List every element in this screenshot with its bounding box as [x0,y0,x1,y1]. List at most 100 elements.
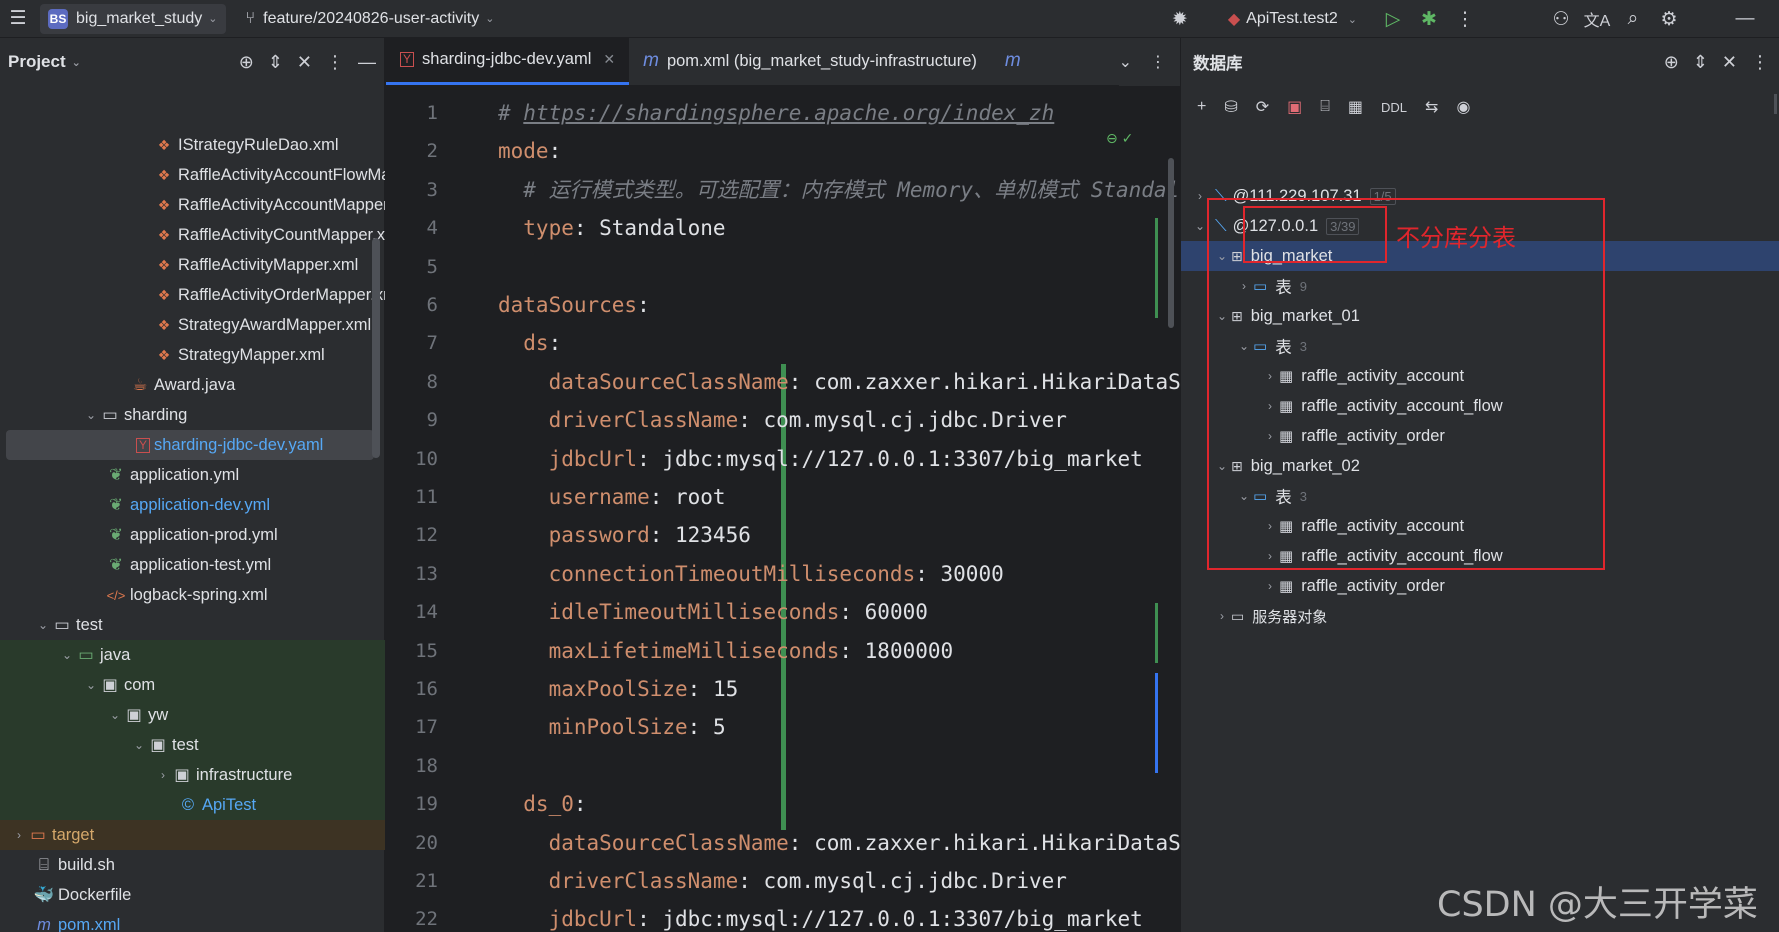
code-line[interactable]: driverClassName: com.mysql.cj.jdbc.Drive… [498,401,1067,439]
code-line[interactable]: username: root [498,478,726,516]
close-icon[interactable]: ✕ [603,51,615,68]
tree-item[interactable]: ⌄ ▣ yw [0,700,385,730]
tab-overflow[interactable]: m [991,37,1029,85]
tree-item[interactable]: </> logback-spring.xml [0,580,385,610]
code-line[interactable]: maxPoolSize: 15 [498,670,739,708]
editor-scrollbar[interactable] [1168,158,1174,328]
settings-icon[interactable]: ⚙ [1651,8,1687,31]
tree-item[interactable]: ❖ IStrategyRuleDao.xml [0,130,385,160]
tree-item[interactable]: ❖ RaffleActivityMapper.xml [0,250,385,280]
chevron-down-icon[interactable]: ⌄ [34,618,52,632]
tree-item-selected[interactable]: Ysharding-jdbc-dev.yaml [6,430,374,460]
disconnect-icon[interactable]: ▣ [1287,97,1302,117]
chevron-down-icon[interactable]: ⌄ [82,678,100,692]
db-scrollbar[interactable] [1774,94,1777,114]
code-line[interactable]: jdbcUrl: jdbc:mysql://127.0.0.1:3307/big… [498,440,1143,478]
code-line[interactable]: ds: [498,324,561,362]
tree-item[interactable]: ❦ application.yml [0,460,385,490]
add-user-icon[interactable]: ⚇ [1543,8,1579,31]
expand-all-icon[interactable]: ⇕ [1693,52,1708,73]
tree-item[interactable]: ❦ application-prod.yml [0,520,385,550]
chevron-down-icon[interactable]: ⌄ [72,56,81,69]
project-selector[interactable]: BS big_market_study ⌄ [40,3,226,34]
table-view-icon[interactable]: ▦ [1348,97,1363,117]
options-icon[interactable]: ⋮ [1751,52,1769,73]
tree-item[interactable]: 🐳 Dockerfile [0,880,385,910]
tab-sharding-jdbc-dev[interactable]: Y sharding-jdbc-dev.yaml ✕ [386,37,630,85]
code-line[interactable]: dataSources: [498,286,650,324]
tree-item[interactable]: ❦ application-test.yml [0,550,385,580]
tree-item[interactable]: ❖ StrategyAwardMapper.xml [0,310,385,340]
debug-icon[interactable]: ✱ [1411,8,1447,31]
add-icon[interactable]: + [1197,98,1206,116]
chevron-right-icon[interactable]: › [1213,609,1231,623]
tree-item[interactable]: ❦ application-dev.yml [0,490,385,520]
chevron-right-icon[interactable]: › [154,768,172,782]
tree-item[interactable]: ⌄ ▭ sharding [0,400,385,430]
console-icon[interactable]: ⌸ [1320,98,1330,116]
chevron-right-icon[interactable]: › [10,828,28,842]
tree-item[interactable]: › ▣ infrastructure [0,760,385,790]
run-icon[interactable]: ▷ [1375,8,1411,31]
tree-item[interactable]: ❖ StrategyMapper.xml [0,340,385,370]
project-scrollbar[interactable] [372,238,380,458]
tab-pom-xml[interactable]: m pom.xml (big_market_study-infrastructu… [629,37,991,85]
inspection-ok-icon[interactable]: ⊖ ✓ [1100,130,1134,147]
main-menu-icon[interactable]: ☰ [0,7,36,30]
code-line[interactable]: dataSourceClassName: com.zaxxer.hikari.H… [498,363,1180,401]
tree-item[interactable]: ❖RaffleActivityAccountMapper.xml [0,190,385,220]
code-line[interactable]: connectionTimeoutMilliseconds: 30000 [498,555,1004,593]
bug-icon[interactable]: ✹ [1162,8,1198,31]
code-line[interactable]: maxLifetimeMilliseconds: 1800000 [498,632,954,670]
code-line[interactable]: type: Standalone [498,209,725,247]
code-line[interactable]: dataSourceClassName: com.zaxxer.hikari.H… [498,824,1180,862]
server-objects-row[interactable]: › ▭ 服务器对象 [1181,601,1779,631]
tree-item[interactable]: ❖RaffleActivityAccountFlowMapper.xml [0,160,385,190]
tree-item[interactable]: ⌄ ▭ java [0,640,385,670]
locate-icon[interactable]: ⊕ [1664,52,1679,73]
code-line[interactable]: idleTimeoutMilliseconds: 60000 [498,593,928,631]
collapse-all-icon[interactable]: ✕ [1722,52,1737,73]
code-line[interactable]: jdbcUrl: jdbc:mysql://127.0.0.1:3307/big… [498,900,1143,932]
locate-icon[interactable]: ⊕ [239,52,254,73]
chevron-down-icon[interactable]: ⌄ [106,708,124,722]
tree-item[interactable]: ⌄ ▣ test [0,730,385,760]
tree-item[interactable]: ❖ RaffleActivityOrderMapper.xml [0,280,385,310]
ddl-button[interactable]: DDL [1381,100,1407,115]
more-icon[interactable]: ⋮ [1447,8,1483,31]
code-line[interactable]: driverClassName: com.mysql.cj.jdbc.Drive… [498,862,1067,900]
tree-item[interactable]: ⌸ build.sh [0,850,385,880]
chevron-down-icon[interactable]: ⌄ [130,738,148,752]
translate-icon[interactable]: 文A [1579,7,1615,31]
code-line[interactable]: password: 123456 [498,516,751,554]
tree-item[interactable]: © ApiTest [0,790,385,820]
project-panel-title[interactable]: Project [8,52,66,72]
code-line[interactable]: ds_0: [498,785,586,823]
tree-item[interactable]: m pom.xml [0,910,385,932]
search-icon[interactable]: ⌕ [1615,8,1651,30]
table-row[interactable]: › ▦ raffle_activity_order [1181,571,1779,601]
branch-selector[interactable]: ⑂ feature/20240826-user-activity ⌄ [246,10,495,28]
data-source-icon[interactable]: ⛁ [1224,97,1237,117]
expand-all-icon[interactable]: ⇕ [268,52,283,73]
hide-panel-icon[interactable]: — [358,52,376,73]
minimize-icon[interactable]: — [1727,8,1763,30]
refresh-icon[interactable]: ⟳ [1256,97,1269,117]
code-line[interactable]: minPoolSize: 5 [498,708,726,746]
view-icon[interactable]: ◉ [1456,97,1470,117]
chevron-down-icon[interactable]: ⌄ [58,648,76,662]
chevron-down-icon[interactable]: ⌄ [1348,13,1357,26]
tree-item[interactable]: ☕ Award.java [0,370,385,400]
tabs-dropdown-icon[interactable]: ⌄ [1119,52,1132,72]
tree-item[interactable]: ⌄ ▭ test [0,610,385,640]
tree-item[interactable]: › ▭ target [0,820,385,850]
run-config-selector[interactable]: ApiTest.test2 [1246,10,1338,28]
chevron-down-icon[interactable]: ⌄ [82,408,100,422]
options-icon[interactable]: ⋮ [326,52,344,73]
collapse-all-icon[interactable]: ✕ [297,52,312,73]
tree-item[interactable]: ⌄ ▣ com [0,670,385,700]
tabs-more-icon[interactable]: ⋮ [1150,52,1166,72]
chevron-right-icon[interactable]: › [1261,579,1279,593]
code-area[interactable]: # https://shardingsphere.apache.org/inde… [498,86,1180,932]
jump-icon[interactable]: ⇆ [1425,97,1438,117]
